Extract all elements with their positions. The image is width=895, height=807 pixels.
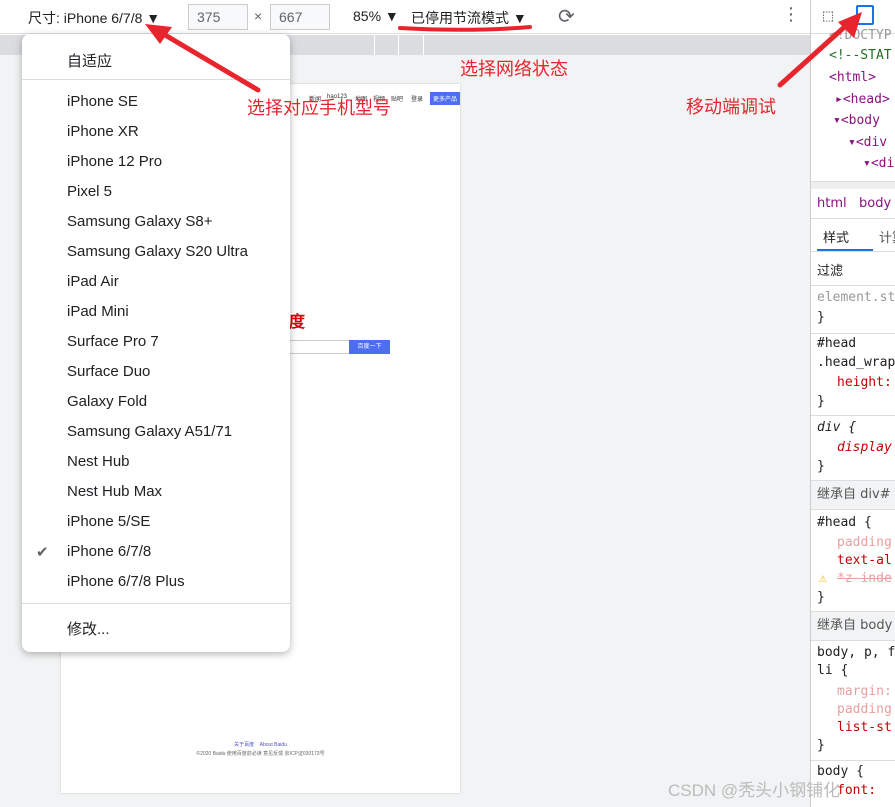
annotation-network: 选择网络状态 bbox=[460, 59, 568, 79]
annotation-device: 选择对应手机型号 bbox=[247, 98, 391, 118]
annotation-arrows bbox=[145, 12, 862, 93]
annotation-mobile: 移动端调试 bbox=[686, 97, 776, 117]
watermark: CSDN @秃头小钢铺化 bbox=[668, 781, 841, 800]
